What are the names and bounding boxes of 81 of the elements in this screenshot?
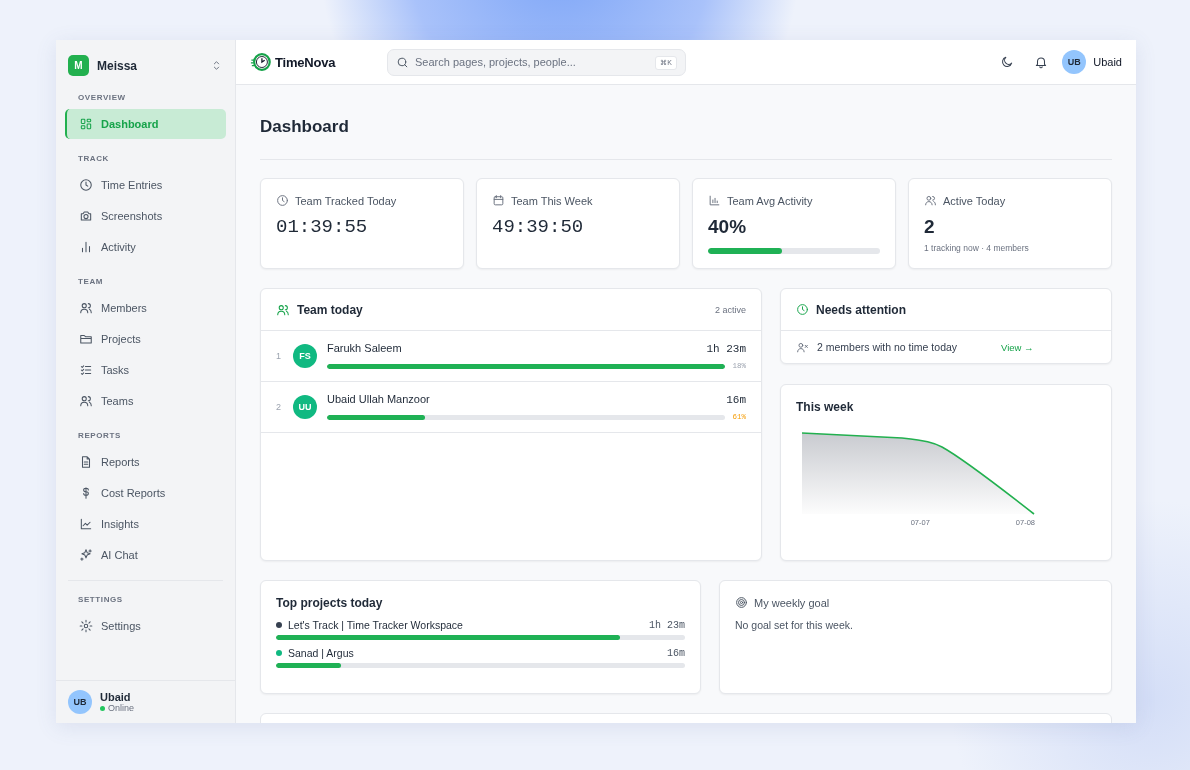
tracked-time: 16m	[726, 394, 746, 406]
view-link[interactable]: View →	[1001, 341, 1034, 353]
project-name: Let's Track | Time Tracker Workspace	[288, 619, 464, 631]
stat-value: 2	[924, 216, 936, 238]
sidebar-item[interactable]: Teams	[65, 386, 226, 416]
notification-icon[interactable]	[1034, 55, 1049, 69]
stat-label: Team This Week	[511, 194, 593, 207]
stat-note: 1 tracking now · 4 members	[924, 243, 1030, 253]
search-icon	[396, 55, 409, 69]
sidebar-item[interactable]: Cost Reports	[65, 478, 226, 508]
user-remove-icon	[796, 340, 809, 354]
users-icon	[79, 301, 93, 315]
tracked-time: 16m	[667, 647, 685, 659]
folder-icon	[79, 332, 93, 346]
card-title: Needs attention	[816, 302, 906, 317]
stat-label: Active Today	[943, 194, 1006, 207]
active-count: 2 active	[714, 304, 746, 315]
user-avatar[interactable]: UB	[1062, 50, 1087, 74]
users-icon	[276, 302, 290, 317]
rank-number: 2	[276, 402, 282, 412]
workspace-name: Meissa	[97, 58, 139, 73]
status-dot	[100, 705, 105, 711]
tracked-time: 1h 23m	[706, 343, 746, 355]
stat-label: Team Tracked Today	[295, 194, 397, 207]
rank-number: 1	[276, 351, 282, 361]
sidebar-item[interactable]: Tasks	[65, 355, 226, 385]
users-icon	[924, 194, 937, 207]
member-name: Ubaid Ullah Manzoor	[327, 393, 430, 405]
stat-value: 01:39:55	[276, 216, 369, 238]
sparkle-icon	[79, 548, 93, 562]
section-label: SETTINGS	[77, 594, 124, 606]
empty-message: No goal set for this week.	[735, 619, 854, 631]
section-label: TRACK	[77, 153, 110, 165]
logo-icon	[250, 51, 272, 73]
member-name: Farukh Saleem	[327, 342, 402, 354]
sidebar-item[interactable]: Members	[65, 293, 226, 323]
calendar-icon	[492, 194, 505, 207]
camera-icon	[79, 209, 93, 223]
grid-icon	[79, 117, 93, 131]
sidebar-item[interactable]: Time Entries	[65, 170, 226, 200]
section-label: REPORTS	[77, 430, 122, 442]
sidebar-item[interactable]: AI Chat	[65, 540, 226, 570]
clock-icon	[796, 303, 809, 316]
clock-icon	[79, 178, 93, 192]
sidebar-item[interactable]: Activity	[65, 232, 226, 262]
stat-label: Team Avg Activity	[727, 194, 813, 207]
project-name: Sanad | Argus	[288, 647, 355, 659]
checklist-icon	[79, 363, 93, 377]
page-title: Dashboard	[260, 117, 350, 137]
tracked-time: 1h 23m	[649, 619, 685, 631]
settings-icon	[79, 619, 93, 633]
users-icon	[79, 394, 93, 408]
document-icon	[79, 455, 93, 469]
member-avatar: FS	[293, 344, 317, 368]
member-avatar: UU	[293, 395, 317, 419]
section-label: OVERVIEW	[77, 92, 127, 104]
workspace-avatar: M	[68, 55, 89, 76]
sidebar-item[interactable]: Screenshots	[65, 201, 226, 231]
section-label: TEAM	[77, 276, 105, 288]
bar-chart-icon	[708, 194, 721, 207]
sidebar-item[interactable]: Insights	[65, 509, 226, 539]
sidebar-item[interactable]: Projects	[65, 324, 226, 354]
sidebar-item[interactable]: Settings	[65, 611, 226, 641]
line-chart-icon	[79, 517, 93, 531]
card-title: Top projects today	[276, 596, 384, 610]
stat-value: 49:39:50	[492, 216, 585, 238]
card-title: My weekly goal	[754, 596, 830, 609]
bar-chart-icon	[79, 240, 93, 254]
stat-value: 40%	[708, 216, 748, 238]
card-title: This week	[796, 400, 855, 414]
logo-text: TimeNova	[275, 54, 336, 70]
user-avatar: UB	[68, 690, 92, 714]
user-status: Online	[108, 703, 134, 713]
target-icon	[735, 596, 748, 609]
user-name: Ubaid	[100, 691, 132, 703]
user-name: Ubaid	[1093, 56, 1122, 68]
sidebar-item[interactable]: Reports	[65, 447, 226, 477]
card-title: Team today	[297, 302, 364, 317]
alert-text: 2 members with no time today	[817, 341, 959, 353]
clock-icon	[276, 194, 289, 207]
theme-toggle-icon[interactable]	[1000, 55, 1015, 69]
